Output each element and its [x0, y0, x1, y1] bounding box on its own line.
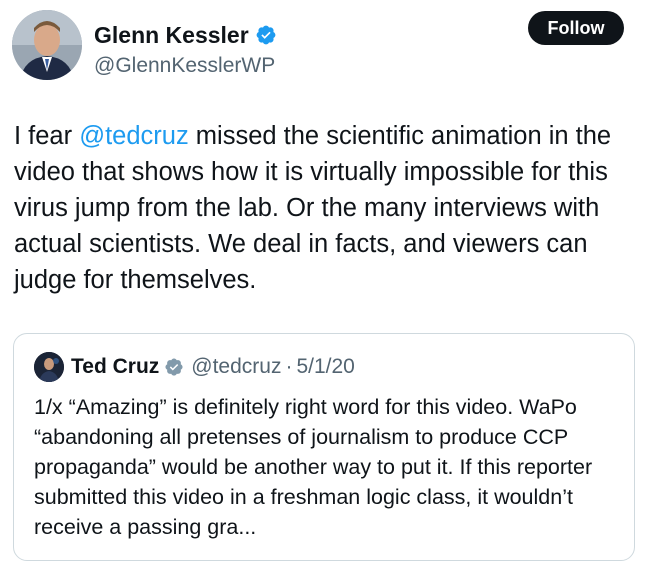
author-handle[interactable]: @GlennKesslerWP — [94, 54, 275, 78]
follow-button[interactable]: Follow — [528, 11, 624, 45]
author-avatar[interactable] — [12, 10, 82, 80]
quoted-verified-badge-icon — [165, 358, 183, 376]
quoted-tweet[interactable]: Ted Cruz @tedcruz · 5/1/20 1/x “Amazing”… — [13, 333, 635, 561]
mention-link[interactable]: @tedcruz — [79, 122, 189, 150]
quoted-tweet-date: 5/1/20 — [296, 355, 355, 378]
quoted-author-handle: @tedcruz — [191, 355, 282, 378]
quoted-tweet-header: Ted Cruz @tedcruz · 5/1/20 — [34, 352, 355, 382]
quoted-author-display-name: Ted Cruz — [71, 355, 160, 378]
dot-separator: · — [285, 355, 293, 378]
quoted-tweet-text: 1/x “Amazing” is definitely right word f… — [34, 395, 593, 539]
tweet-text-part: I fear — [14, 122, 80, 150]
tweet-text: I fear @tedcruz missed the scientific an… — [14, 118, 629, 298]
verified-badge-icon — [256, 25, 276, 45]
quoted-author-avatar — [34, 352, 64, 382]
tweet-header: Glenn Kessler @GlennKesslerWP Follow — [12, 10, 638, 82]
author-name-row: Glenn Kessler — [94, 22, 277, 48]
author-display-name[interactable]: Glenn Kessler — [94, 22, 249, 48]
